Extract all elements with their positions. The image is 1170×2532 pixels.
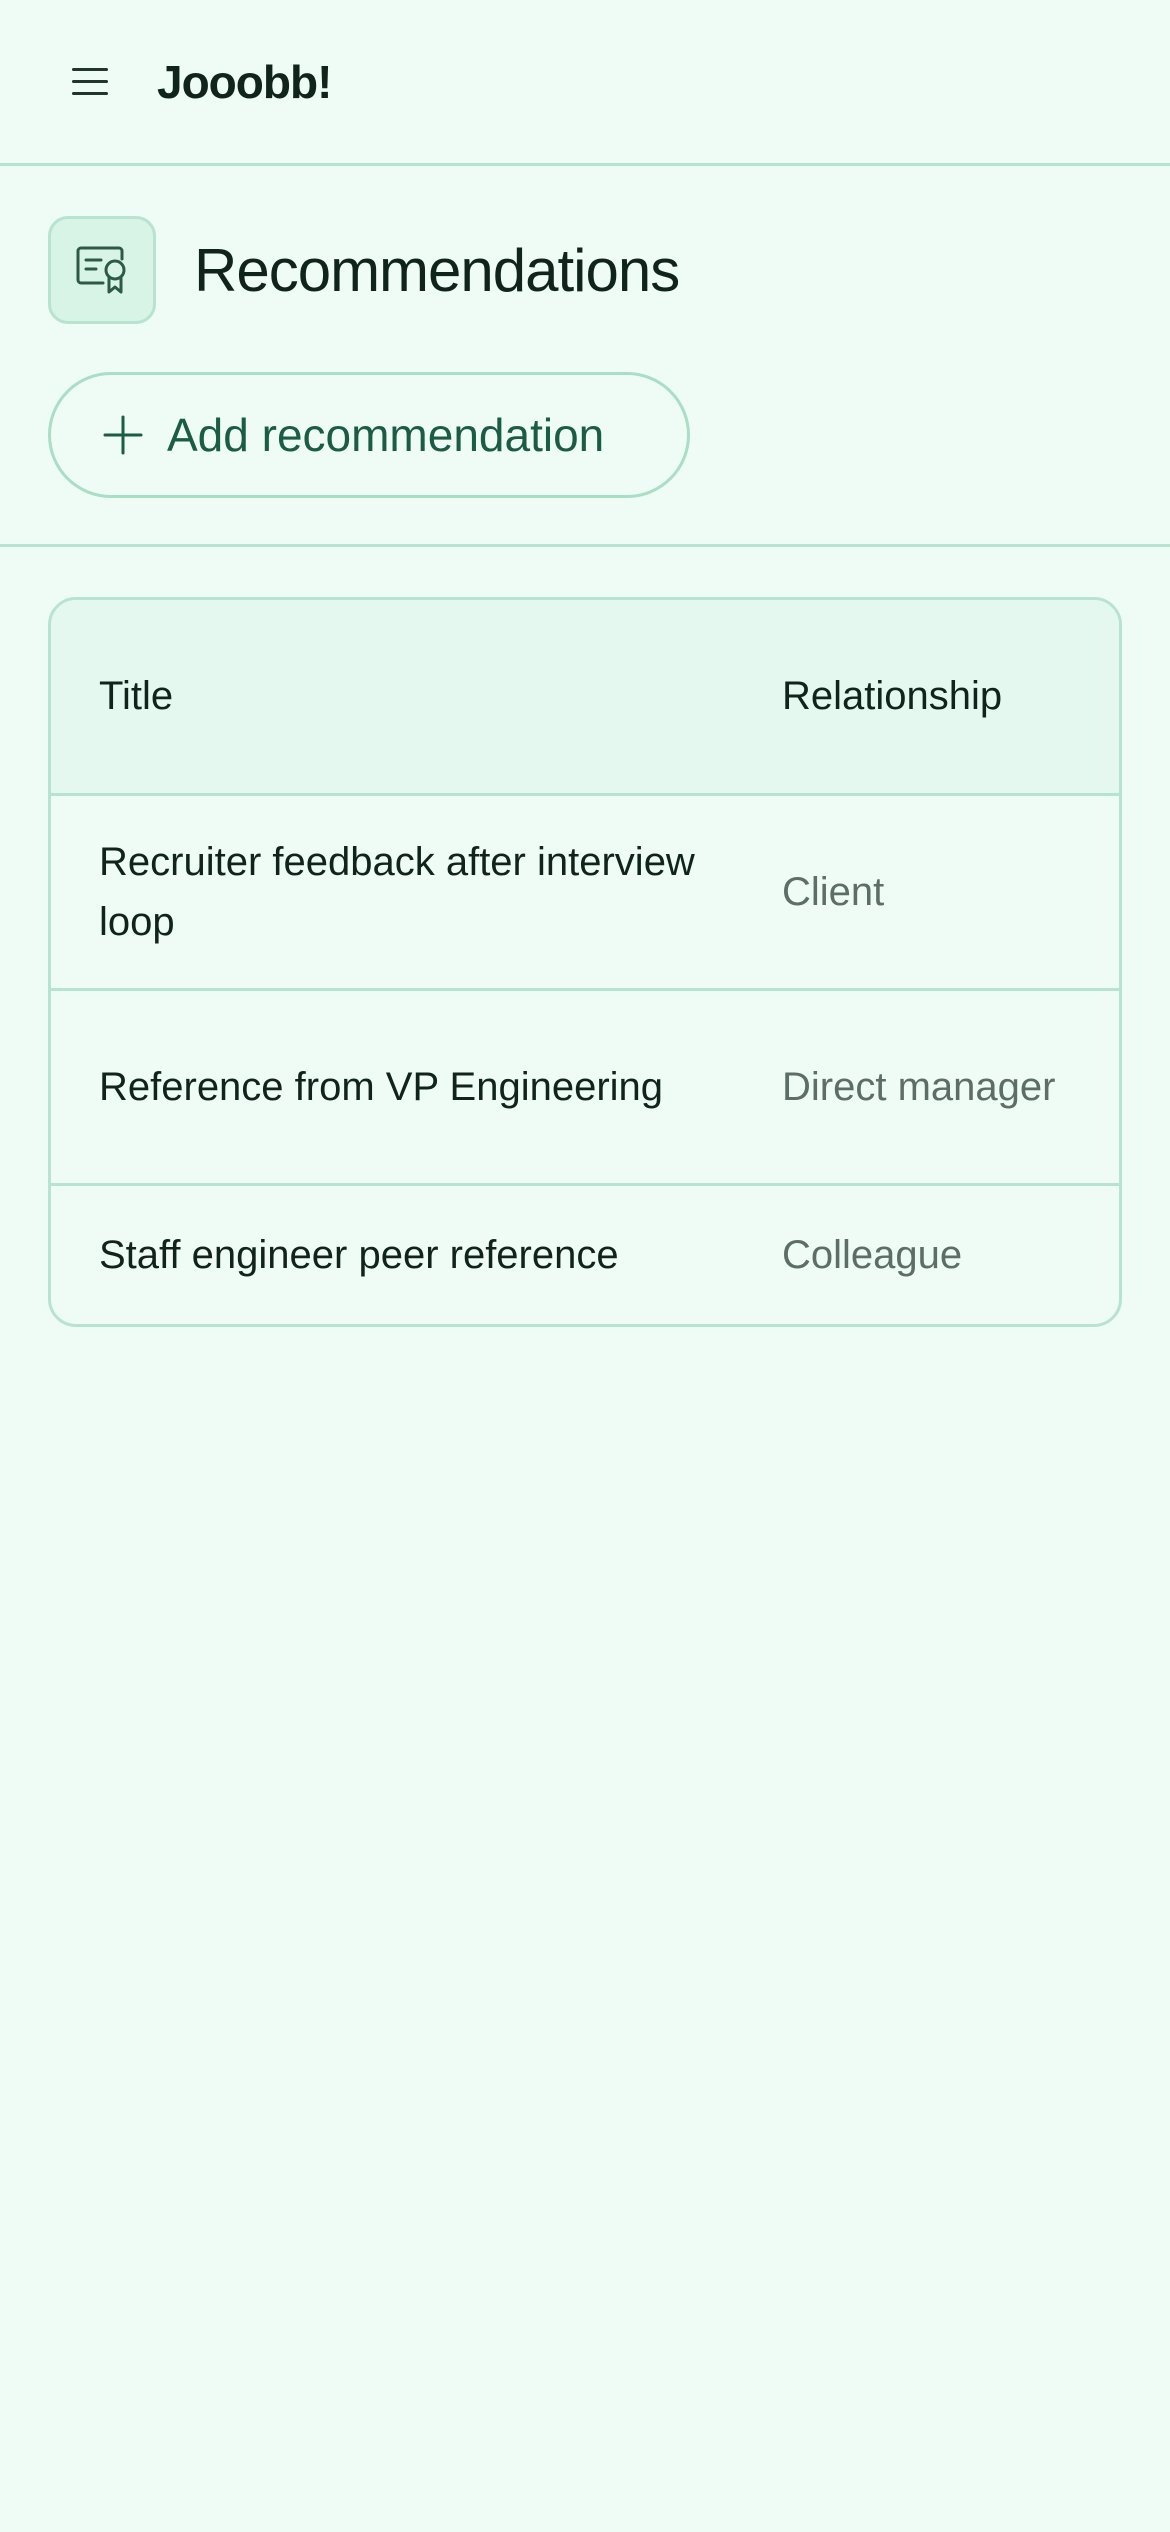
- plus-icon: [103, 415, 143, 455]
- row-title: Reference from VP Engineering: [51, 987, 782, 1184]
- title-row: Recommendations: [48, 216, 1122, 324]
- page-title: Recommendations: [194, 236, 680, 304]
- row-relationship: Direct manager: [782, 987, 1119, 1184]
- column-header-relationship[interactable]: Relationship: [782, 600, 1119, 794]
- add-recommendation-label: Add recommendation: [167, 409, 605, 461]
- column-header-title[interactable]: Title: [51, 600, 782, 794]
- certificate-icon: [48, 216, 156, 324]
- table-row[interactable]: Staff engineer peer reference Colleague: [51, 1182, 1119, 1324]
- brand-logo[interactable]: Jooobb!: [157, 55, 332, 109]
- row-title: Recruiter feedback after interview loop: [51, 792, 782, 989]
- row-relationship: Colleague: [782, 1182, 1119, 1324]
- table-header-row: Title Relationship: [51, 600, 1119, 794]
- page-header: Recommendations Add recommendation: [0, 166, 1170, 547]
- top-bar: Jooobb!: [0, 0, 1170, 166]
- add-recommendation-button[interactable]: Add recommendation: [48, 372, 690, 498]
- recommendations-table: Title Relationship Recruiter feedback af…: [48, 597, 1122, 1327]
- table-row[interactable]: Reference from VP Engineering Direct man…: [51, 987, 1119, 1184]
- table-row[interactable]: Recruiter feedback after interview loop …: [51, 792, 1119, 989]
- row-title: Staff engineer peer reference: [51, 1182, 782, 1324]
- row-relationship: Client: [782, 792, 1119, 989]
- hamburger-menu-icon[interactable]: [60, 52, 120, 112]
